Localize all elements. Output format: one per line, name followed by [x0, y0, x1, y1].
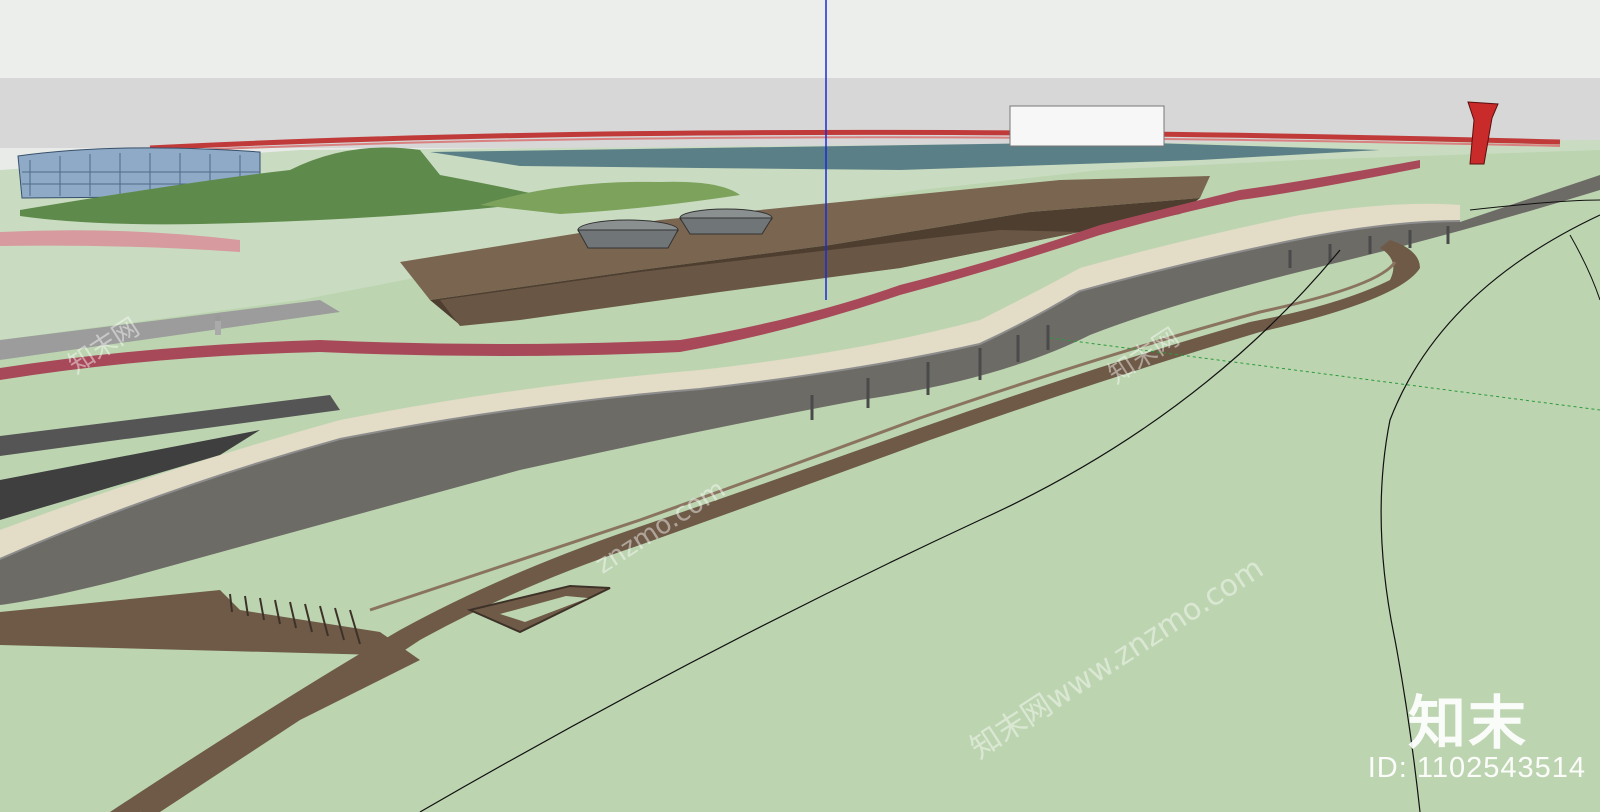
asset-id-label: ID: 1102543514 — [1367, 752, 1586, 784]
pavilion-bowl-right-body — [679, 217, 773, 235]
person-figure — [215, 315, 221, 321]
landscape-model-render — [0, 0, 1600, 812]
far-white-building — [1009, 105, 1165, 147]
person-figure-body — [215, 321, 221, 335]
pavilion-bowl-left-body — [577, 229, 679, 249]
sky — [0, 0, 1600, 80]
brand-watermark: 知末 — [1407, 689, 1528, 757]
